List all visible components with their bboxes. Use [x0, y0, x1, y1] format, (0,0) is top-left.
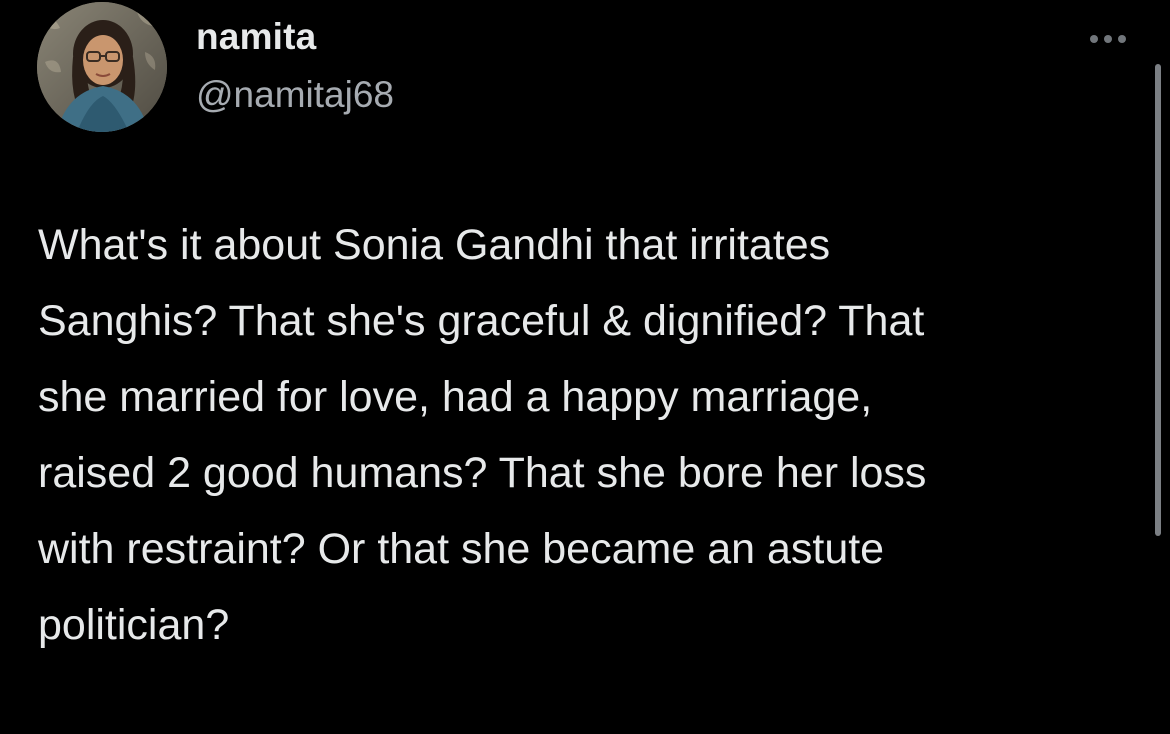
avatar-photo-icon	[37, 2, 167, 132]
avatar[interactable]	[37, 2, 167, 132]
user-handle[interactable]: @namitaj68	[196, 74, 394, 116]
more-options-icon[interactable]	[1078, 24, 1138, 54]
display-name[interactable]: namita	[196, 16, 316, 58]
scrollbar[interactable]	[1155, 64, 1161, 536]
more-dot	[1104, 35, 1112, 43]
tweet-container: namita @namitaj68 What's it about Sonia …	[0, 0, 1170, 734]
more-dot	[1090, 35, 1098, 43]
tweet-text: What's it about Sonia Gandhi that irrita…	[38, 221, 927, 649]
more-dot	[1118, 35, 1126, 43]
